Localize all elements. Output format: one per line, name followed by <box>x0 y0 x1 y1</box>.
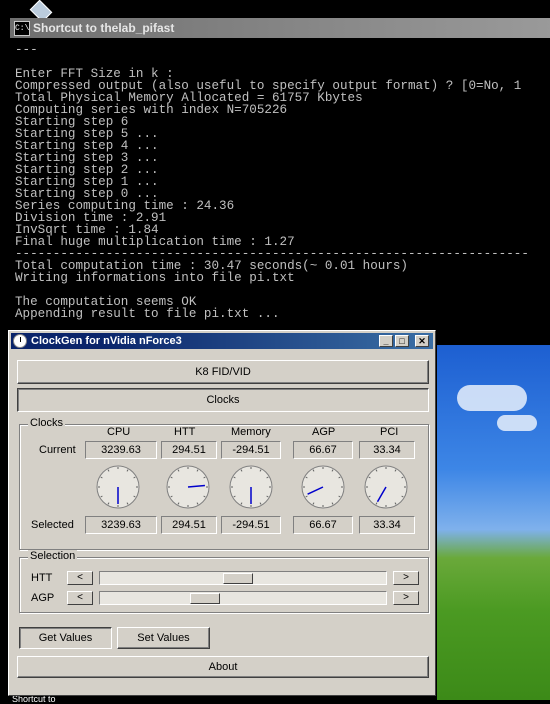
clockgen-title: ClockGen for nVidia nForce3 <box>31 335 182 347</box>
close-button[interactable]: ✕ <box>415 335 429 347</box>
desktop-shortcut-icon[interactable] <box>26 0 56 23</box>
cpu-gauge-icon <box>96 465 140 509</box>
htt-slider[interactable] <box>99 571 387 585</box>
clocks-group-label: Clocks <box>28 417 66 429</box>
htt-slider-thumb[interactable] <box>223 573 253 584</box>
minimize-button[interactable]: _ <box>379 335 393 347</box>
console-app-icon: C:\ <box>14 21 30 36</box>
selected-agp-value: 66.67 <box>293 516 353 534</box>
selected-htt-value: 294.51 <box>161 516 217 534</box>
agp-slider[interactable] <box>99 591 387 605</box>
agp-slider-thumb[interactable] <box>190 593 220 604</box>
htt-gauge-icon <box>166 465 210 509</box>
current-htt-value: 294.51 <box>161 441 217 459</box>
get-values-button[interactable]: Get Values <box>19 627 112 649</box>
console-output: --- Enter FFT Size in k : Compressed out… <box>15 43 529 321</box>
agp-slider-label: AGP <box>31 592 55 604</box>
wallpaper-bliss <box>437 345 550 700</box>
current-cpu-value: 3239.63 <box>85 441 157 459</box>
row-label-current: Current <box>39 444 76 456</box>
htt-increase-button[interactable]: > <box>393 571 419 585</box>
console-title: Shortcut to thelab_pifast <box>33 21 175 35</box>
selection-group-label: Selection <box>28 550 78 562</box>
clockgen-titlebar[interactable]: ClockGen for nVidia nForce3 _ □ ✕ <box>11 333 433 349</box>
current-pci-value: 33.34 <box>359 441 415 459</box>
console-titlebar[interactable]: C:\ Shortcut to thelab_pifast <box>10 18 550 38</box>
agp-gauge-icon <box>301 465 345 509</box>
current-agp-value: 66.67 <box>293 441 353 459</box>
console-window[interactable]: C:\ Shortcut to thelab_pifast --- Enter … <box>10 18 550 333</box>
pci-gauge-icon <box>364 465 408 509</box>
k8-fid-vid-button[interactable]: K8 FID/VID <box>17 360 429 384</box>
htt-decrease-button[interactable]: < <box>67 571 93 585</box>
col-header-cpu: CPU <box>107 426 131 438</box>
maximize-button[interactable]: □ <box>395 335 409 347</box>
about-button[interactable]: About <box>17 656 429 678</box>
col-header-memory: Memory <box>231 426 271 438</box>
row-label-selected: Selected <box>31 519 74 531</box>
selected-pci-value: 33.34 <box>359 516 415 534</box>
agp-decrease-button[interactable]: < <box>67 591 93 605</box>
col-header-htt: HTT <box>174 426 196 438</box>
memory-gauge-icon <box>229 465 273 509</box>
selected-cpu-value: 3239.63 <box>85 516 157 534</box>
clocks-button[interactable]: Clocks <box>17 388 429 412</box>
agp-increase-button[interactable]: > <box>393 591 419 605</box>
set-values-button[interactable]: Set Values <box>117 627 210 649</box>
col-header-agp: AGP <box>312 426 336 438</box>
htt-slider-label: HTT <box>31 572 53 584</box>
current-memory-value: -294.51 <box>221 441 281 459</box>
clock-app-icon <box>13 334 27 348</box>
selected-memory-value: -294.51 <box>221 516 281 534</box>
clockgen-window[interactable]: ClockGen for nVidia nForce3 _ □ ✕ K8 FID… <box>8 330 436 696</box>
col-header-pci: PCI <box>380 426 399 438</box>
